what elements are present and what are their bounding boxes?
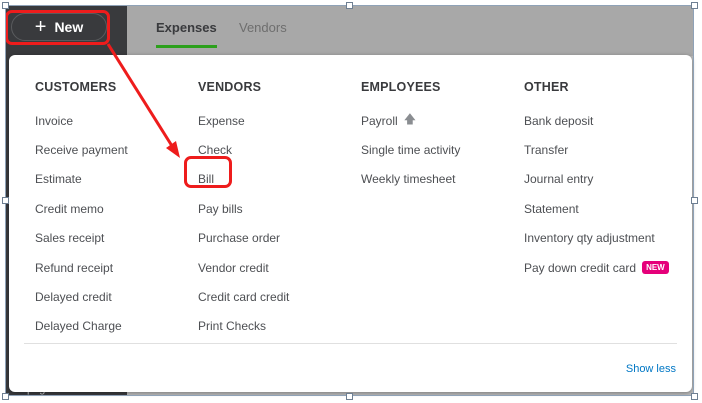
selection-frame	[5, 5, 694, 396]
resize-handle-right[interactable]	[691, 197, 698, 204]
resize-handle-bottom[interactable]	[346, 393, 353, 400]
resize-handle-left[interactable]	[2, 197, 9, 204]
resize-handle-top-left[interactable]	[2, 2, 9, 9]
resize-handle-top[interactable]	[346, 2, 353, 9]
resize-handle-top-right[interactable]	[691, 2, 698, 9]
resize-handle-bottom-right[interactable]	[691, 393, 698, 400]
resize-handle-bottom-left[interactable]	[2, 393, 9, 400]
